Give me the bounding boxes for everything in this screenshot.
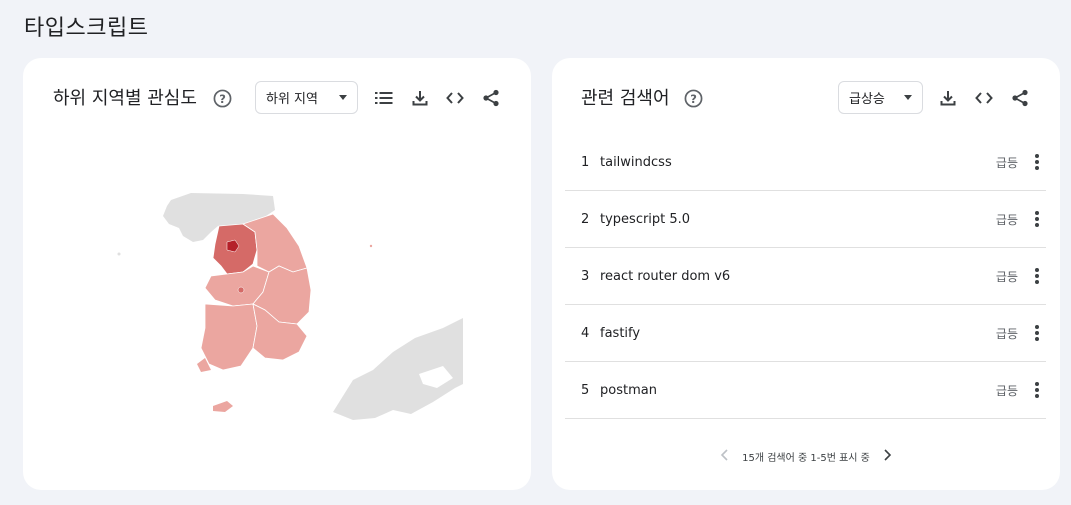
more-vert-icon[interactable] [1034,154,1040,172]
list-item[interactable]: 3 react router dom v6 급등 [565,248,1046,305]
status-badge: 급등 [995,155,1018,170]
rank: 5 [581,382,590,398]
more-vert-icon[interactable] [1034,325,1040,343]
rank: 3 [581,268,590,284]
svg-text:?: ? [219,92,226,106]
list-icon[interactable] [373,87,395,109]
region-level-dropdown[interactable]: 하위 지역 [255,81,358,114]
list-item[interactable]: 5 postman 급등 [565,362,1046,419]
related-queries-list: 1 tailwindcss 급등 2 typescript 5.0 급등 3 r… [565,134,1046,419]
query-type-dropdown[interactable]: 급상승 [838,81,923,114]
more-vert-icon[interactable] [1034,211,1040,229]
map-jeju [213,401,233,412]
list-item[interactable]: 1 tailwindcss 급등 [565,134,1046,191]
pagination: 15개 검색어 중 1-5번 표시 중 [552,449,1060,464]
share-icon[interactable] [480,87,502,109]
dropdown-value: 급상승 [849,92,885,107]
status-badge: 급등 [995,326,1018,341]
map-jeolla [200,303,258,371]
help-icon[interactable]: ? [684,89,703,108]
query-term[interactable]: tailwindcss [600,155,672,170]
caret-down-icon [339,95,347,100]
chevron-right-icon[interactable] [879,449,895,464]
more-vert-icon[interactable] [1034,268,1040,286]
status-badge: 급등 [995,212,1018,227]
korea-region-map [117,193,463,420]
status-badge: 급등 [995,383,1018,398]
related-title: 관련 검색어 [581,88,670,109]
status-badge: 급등 [995,269,1018,284]
download-icon[interactable] [409,87,431,109]
pagination-label: 15개 검색어 중 1-5번 표시 중 [742,453,870,464]
more-vert-icon[interactable] [1034,382,1040,400]
query-term[interactable]: react router dom v6 [600,269,730,284]
page-title: 타입스크립트 [24,16,149,41]
svg-text:?: ? [690,92,697,106]
chevron-left-icon[interactable] [717,449,733,464]
caret-down-icon [904,95,912,100]
query-term[interactable]: postman [600,383,657,398]
embed-code-icon[interactable] [444,87,466,109]
dropdown-value: 하위 지역 [266,92,318,107]
embed-code-icon[interactable] [973,87,995,109]
related-queries-card: 관련 검색어 ? 급상승 1 tailwindcss 급등 2 typescri… [552,58,1060,490]
share-icon[interactable] [1009,87,1031,109]
rank: 4 [581,325,590,341]
rank: 2 [581,211,590,227]
download-icon[interactable] [937,87,959,109]
rank: 1 [581,154,590,170]
query-term[interactable]: typescript 5.0 [600,212,690,227]
query-term[interactable]: fastify [600,326,640,341]
list-item[interactable]: 4 fastify 급등 [565,305,1046,362]
list-item[interactable]: 2 typescript 5.0 급등 [565,191,1046,248]
subregion-interest-card: 하위 지역별 관심도 ? 하위 지역 [23,58,531,490]
help-icon[interactable]: ? [213,89,232,108]
subregion-title: 하위 지역별 관심도 [53,88,197,109]
